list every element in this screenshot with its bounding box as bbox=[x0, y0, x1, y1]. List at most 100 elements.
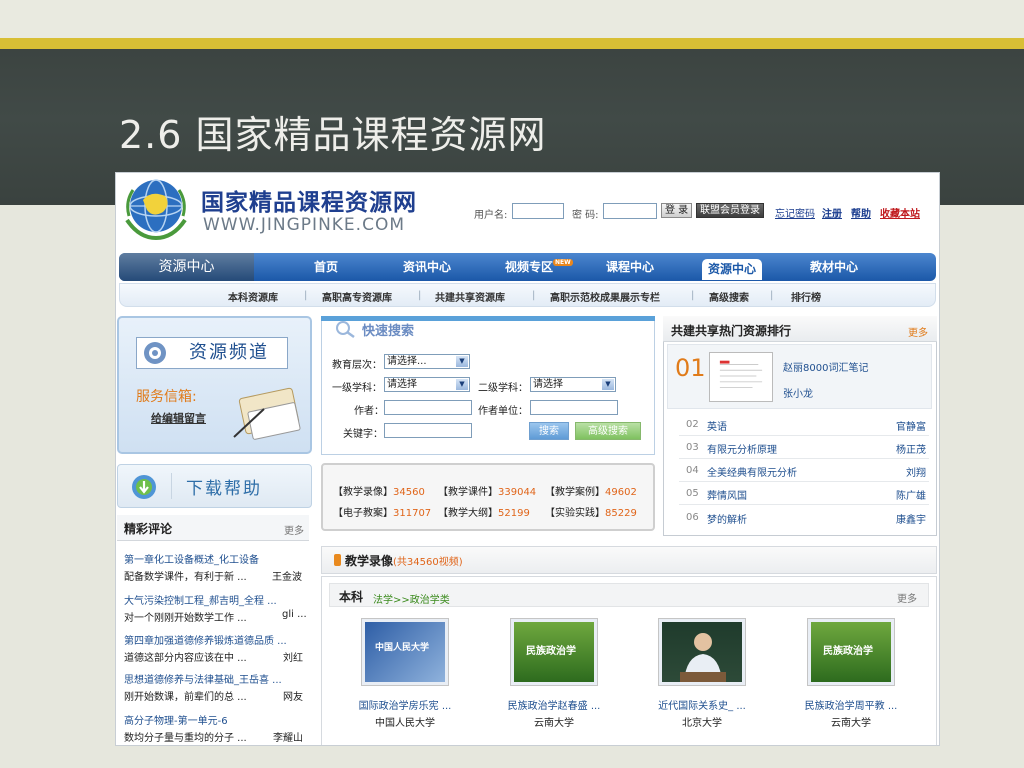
stat-cases[interactable]: 【教学案例】49602 bbox=[545, 483, 637, 498]
password-input[interactable] bbox=[603, 203, 657, 219]
review-title-link[interactable]: 第四章加强道德修养锻炼道德品质 ... bbox=[124, 632, 287, 647]
teaching-video-title: 教学录像(共34560视频) bbox=[345, 552, 463, 569]
review-author: gli ... bbox=[282, 609, 307, 620]
nav-home[interactable]: 首页 bbox=[314, 253, 338, 281]
subnav-separator: | bbox=[532, 290, 536, 301]
video-school: 云南大学 bbox=[831, 718, 871, 729]
review-title-link[interactable]: 大气污染控制工程_郝吉明_全程 ... bbox=[124, 592, 277, 607]
unit-input[interactable] bbox=[530, 400, 618, 415]
nav-course[interactable]: 课程中心 bbox=[606, 253, 654, 281]
rank-title-link[interactable]: 全美经典有限元分析 bbox=[707, 464, 797, 479]
subnav-advanced-search[interactable]: 高级搜索 bbox=[709, 289, 749, 304]
globe-logo-icon bbox=[125, 179, 187, 241]
stat-lesson-plans[interactable]: 【电子教案】311707 bbox=[333, 504, 431, 519]
username-label: 用户名: bbox=[474, 210, 508, 221]
video-title-link[interactable]: 民族政治学周平教 ... bbox=[781, 697, 921, 712]
subnav-vocational[interactable]: 高职高专资源库 bbox=[322, 289, 392, 304]
reviews-more-link[interactable]: 更多 bbox=[284, 522, 304, 537]
username-input[interactable] bbox=[512, 203, 564, 219]
message-editor-link[interactable]: 给编辑留言 bbox=[151, 410, 206, 426]
site-logo-text: 国家精品课程资源网 bbox=[201, 190, 417, 216]
subnav-separator: | bbox=[304, 290, 308, 301]
download-help-label: 下载帮助 bbox=[186, 479, 262, 499]
help-link[interactable]: 帮助 bbox=[851, 205, 871, 220]
download-divider bbox=[171, 473, 172, 499]
nav-video[interactable]: 视频专区 NEW bbox=[505, 253, 573, 281]
subnav-ranking[interactable]: 排行榜 bbox=[791, 289, 821, 304]
subject1-select[interactable]: 请选择 ▼ bbox=[384, 377, 470, 392]
rank-divider bbox=[679, 481, 929, 482]
rank-number: 04 bbox=[686, 465, 699, 476]
stat-courseware[interactable]: 【教学课件】339044 bbox=[438, 483, 536, 498]
review-title-link[interactable]: 思想道德修养与法律基础_王岳喜 ... bbox=[124, 671, 282, 686]
nav-video-label: 视频专区 bbox=[505, 260, 554, 274]
rank-divider bbox=[679, 458, 929, 459]
nav-news[interactable]: 资讯中心 bbox=[403, 253, 451, 281]
login-button[interactable]: 登 录 bbox=[661, 203, 693, 218]
video-thumbnail[interactable]: 民族政治学 bbox=[807, 618, 895, 686]
chevron-down-icon: ▼ bbox=[456, 379, 468, 390]
subnav-undergrad[interactable]: 本科资源库 bbox=[228, 289, 278, 304]
edu-level-select[interactable]: 请选择... ▼ bbox=[384, 354, 470, 369]
advanced-search-button[interactable]: 高级搜索 bbox=[575, 422, 641, 440]
video-thumbnail[interactable]: 民族政治学 bbox=[510, 618, 598, 686]
category-path-link[interactable]: 法学>>政治学类 bbox=[373, 591, 450, 606]
nav-resource-center-label: 资源中心 bbox=[119, 253, 254, 281]
category-title: 本科 bbox=[339, 590, 364, 604]
video-thumbnail[interactable]: 中国人民大学 bbox=[361, 618, 449, 686]
stat-label: 【实验实践】 bbox=[545, 508, 605, 519]
rank-author: 刘翔 bbox=[906, 468, 926, 479]
chevron-down-icon: ▼ bbox=[602, 379, 614, 390]
register-link[interactable]: 注册 bbox=[822, 205, 842, 220]
section-bullet-icon bbox=[334, 554, 341, 566]
ranking-title: 共建共享热门资源排行 bbox=[671, 324, 792, 338]
rank-title-link[interactable]: 有限元分析原理 bbox=[707, 441, 777, 456]
rank-title-link[interactable]: 英语 bbox=[707, 418, 727, 433]
rank-divider bbox=[679, 504, 929, 505]
review-title-link[interactable]: 第一章化工设备概述_化工设备 bbox=[124, 551, 259, 566]
keyword-input[interactable] bbox=[384, 423, 472, 438]
review-author: 刘红 bbox=[283, 653, 303, 664]
author-input[interactable] bbox=[384, 400, 472, 415]
stat-syllabus[interactable]: 【教学大纲】52199 bbox=[438, 504, 530, 519]
subnav-showcase[interactable]: 高职示范校成果展示专栏 bbox=[550, 289, 660, 304]
search-button[interactable]: 搜索 bbox=[529, 422, 569, 440]
bookmark-link[interactable]: 收藏本站 bbox=[880, 205, 920, 220]
stat-label: 【教学录像】 bbox=[333, 487, 393, 498]
stat-value: 34560 bbox=[393, 487, 425, 498]
review-snippet: 对一个刚刚开始数学工作 ... bbox=[124, 613, 247, 624]
rank-title-link[interactable]: 葬情风国 bbox=[707, 487, 747, 502]
featured-title-link[interactable]: 赵丽8000词汇笔记 bbox=[783, 359, 868, 374]
video-thumbnail[interactable] bbox=[658, 618, 746, 686]
stat-practice[interactable]: 【实验实践】85229 bbox=[545, 504, 637, 519]
document-thumbnail-icon bbox=[709, 352, 773, 402]
stat-video[interactable]: 【教学录像】34560 bbox=[333, 483, 425, 498]
nav-resource-active[interactable]: 资源中心 bbox=[702, 259, 763, 280]
slide-top-band bbox=[0, 0, 1024, 38]
download-icon bbox=[132, 475, 156, 499]
subject1-value: 请选择 bbox=[387, 379, 417, 390]
video-title-link[interactable]: 近代国际关系史_ ... bbox=[632, 697, 772, 712]
rank-author: 陈广雄 bbox=[896, 491, 926, 502]
ranking-more-link[interactable]: 更多 bbox=[908, 324, 928, 339]
search-icon bbox=[336, 321, 355, 339]
nav-textbook[interactable]: 教材中心 bbox=[810, 253, 858, 281]
category-more-link[interactable]: 更多 bbox=[897, 590, 917, 605]
video-school: 中国人民大学 bbox=[375, 718, 435, 729]
subject2-select[interactable]: 请选择 ▼ bbox=[530, 377, 616, 392]
forgot-password-link[interactable]: 忘记密码 bbox=[775, 205, 815, 220]
subnav-shared[interactable]: 共建共享资源库 bbox=[435, 289, 505, 304]
review-title-link[interactable]: 高分子物理-第一单元-6 bbox=[124, 712, 228, 727]
video-title-link[interactable]: 民族政治学赵春盛 ... bbox=[484, 697, 624, 712]
video-title-link[interactable]: 国际政治学房乐宪 ... bbox=[335, 697, 475, 712]
alliance-login-button[interactable]: 联盟会员登录 bbox=[696, 203, 764, 218]
video-thumbnail-image: 民族政治学 bbox=[514, 622, 594, 682]
stat-value: 52199 bbox=[498, 508, 530, 519]
stat-label: 【教学大纲】 bbox=[438, 508, 498, 519]
rank-number: 06 bbox=[686, 512, 699, 523]
rank-title-link[interactable]: 梦的解析 bbox=[707, 511, 747, 526]
subnav-separator: | bbox=[691, 290, 695, 301]
review-snippet: 刚开始数课，前辈们的总 ... bbox=[124, 692, 247, 703]
review-author: 李耀山 bbox=[273, 733, 303, 744]
quick-search-title: 快速搜索 bbox=[362, 324, 415, 339]
